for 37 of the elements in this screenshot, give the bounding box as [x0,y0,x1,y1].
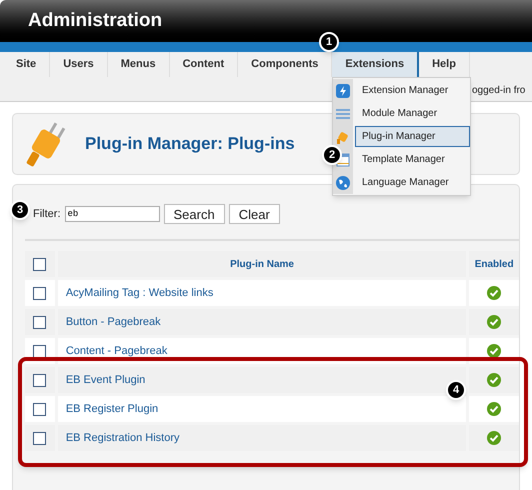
filter-label: Filter: [33,206,60,222]
filter-button[interactable]: Search [164,204,225,224]
filter-button[interactable]: Clear [228,204,280,224]
check-icon[interactable] [487,344,502,358]
row-checkbox[interactable] [33,374,46,386]
check-icon[interactable] [487,431,502,445]
check-icon[interactable] [487,286,502,300]
dropdown-item[interactable]: Plug-in Manager [355,126,470,147]
filter-input[interactable]: eb [64,206,160,222]
dropdown-item[interactable]: Module Manager [355,103,470,124]
check-icon[interactable] [487,373,502,387]
row-checkbox[interactable] [33,316,46,328]
plugin-name-link[interactable]: EB Registration History [66,430,180,446]
column-header[interactable]: Plug-in Name [58,251,466,277]
page-title: Plug-in Manager: Plug-ins [85,133,295,156]
lines-icon [336,106,350,120]
plug-icon [336,130,350,144]
dropdown-item[interactable]: Template Manager [355,149,470,170]
row-checkbox[interactable] [33,344,46,358]
status-text: ogged-in fro [472,84,526,98]
globe-icon [336,176,350,190]
lightning-icon [336,84,350,98]
header-title: Administration [28,8,162,33]
select-all-checkbox[interactable] [33,258,46,270]
plugin-name-link[interactable]: Content - Pagebreak [66,342,168,360]
row-checkbox[interactable] [33,402,46,416]
dropdown-item[interactable]: Extension Manager [355,80,470,101]
row-checkbox[interactable] [33,432,46,444]
check-icon[interactable] [487,315,502,329]
column-header[interactable]: Enabled [469,251,519,277]
row-checkbox[interactable] [33,286,46,300]
check-icon[interactable] [487,402,502,416]
plugin-name-link[interactable]: Button - Pagebreak [66,314,161,330]
menu-tab[interactable]: Extensions [332,52,420,77]
plugin-name-link[interactable]: EB Event Plugin [66,372,146,388]
dropdown-item[interactable]: Language Manager [355,172,470,193]
plugin-name-link[interactable]: EB Register Plugin [66,400,158,418]
